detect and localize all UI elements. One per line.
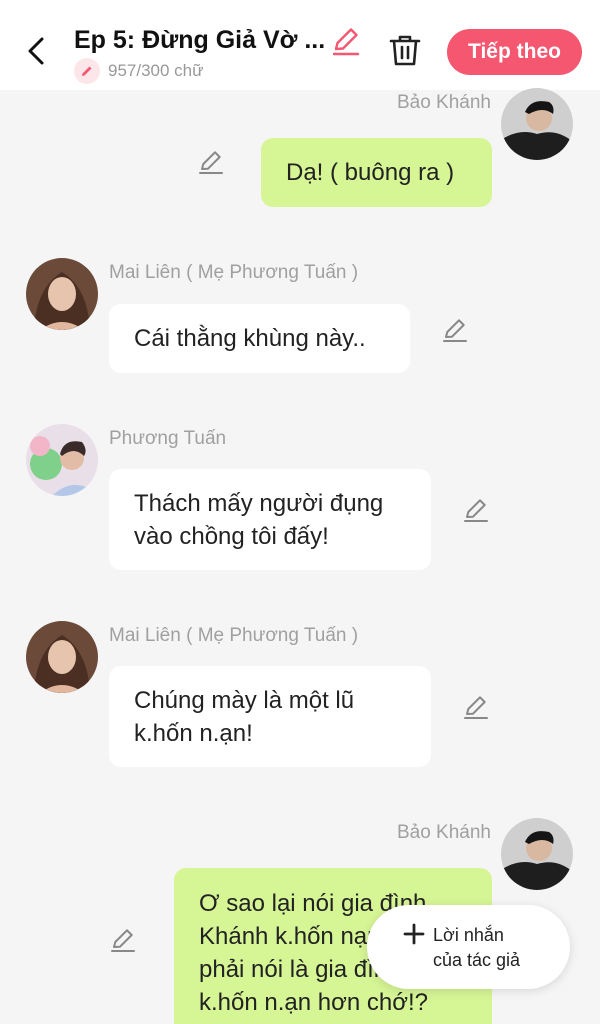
message-text-line: vào chồng tôi đấy! [134, 522, 329, 550]
sender-name: Mai Liên ( Mẹ Phương Tuấn ) [109, 262, 359, 283]
top-bar: Ep 5: Đừng Giả Vờ ... 957/300 chữ Tiếp t… [0, 0, 600, 90]
avatar[interactable] [26, 258, 98, 330]
avatar[interactable] [26, 621, 98, 693]
next-button[interactable]: Tiếp theo [447, 29, 582, 75]
message-text: Cái thằng khùng này.. [134, 325, 366, 352]
word-count-text: 957/300 chữ [108, 61, 204, 80]
message-bubble[interactable]: Chúng mày là một lũ k.hốn n.ạn! [109, 666, 431, 767]
message-text: Dạ! ( buông ra ) [286, 159, 455, 186]
edit-pen-icon[interactable] [462, 496, 490, 524]
avatar[interactable] [501, 818, 573, 890]
message-text-line: Thách mấy người đụng [134, 489, 384, 517]
back-arrow-icon[interactable] [22, 34, 52, 68]
avatar[interactable] [501, 88, 573, 160]
message-bubble[interactable]: Thách mấy người đụng vào chồng tôi đấy! [109, 469, 431, 570]
word-count: 957/300 chữ [74, 58, 204, 84]
sender-name: Bảo Khánh [396, 92, 491, 113]
message-bubble[interactable]: Cái thằng khùng này.. [109, 304, 410, 373]
edit-pen-icon[interactable] [441, 316, 469, 344]
message-text-line: k.hốn n.ạn! [134, 719, 253, 747]
edit-pen-icon[interactable] [462, 693, 490, 721]
trash-icon[interactable] [388, 32, 422, 68]
message-text-line: Chúng mày là một lũ [134, 686, 355, 714]
avatar[interactable] [26, 424, 98, 496]
pencil-icon [74, 58, 100, 84]
author-note-label: Lời nhắn [433, 925, 504, 945]
message-text-line: k.hốn n.ạn hơn chớ!? [199, 989, 428, 1016]
edit-pen-icon[interactable] [197, 148, 225, 176]
sender-name: Bảo Khánh [396, 822, 491, 843]
episode-title: Ep 5: Đừng Giả Vờ ... [74, 26, 326, 54]
message-bubble[interactable]: Dạ! ( buông ra ) [261, 138, 492, 207]
sender-name: Mai Liên ( Mẹ Phương Tuấn ) [109, 625, 359, 646]
edit-title-pencil-icon[interactable] [330, 25, 362, 57]
edit-pen-icon[interactable] [109, 926, 137, 954]
sender-name: Phương Tuấn [109, 428, 227, 449]
author-note-label: của tác giả [433, 950, 521, 970]
author-note-button[interactable]: Lời nhắn của tác giả [367, 905, 570, 989]
plus-icon [403, 923, 425, 945]
